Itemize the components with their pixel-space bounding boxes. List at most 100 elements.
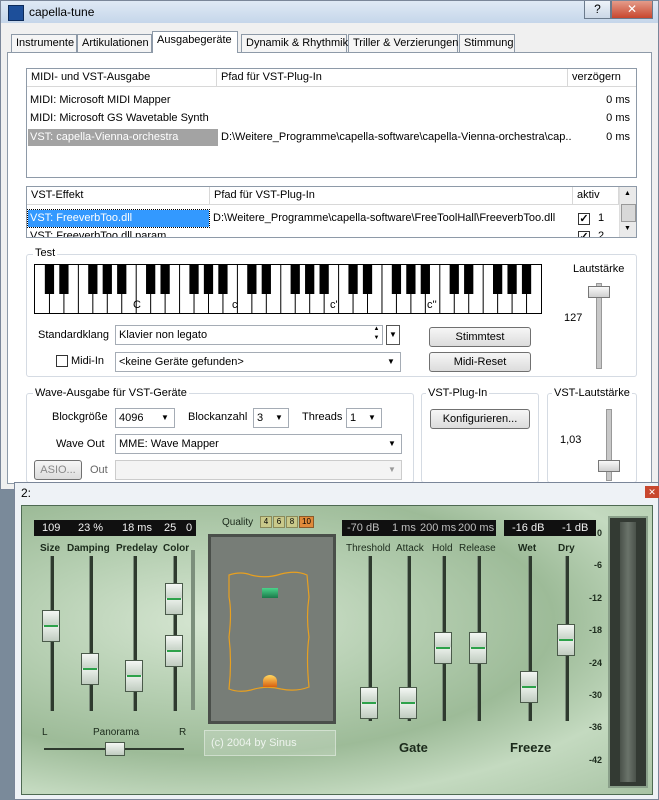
blockcount-select[interactable]: 3 ▼ [253, 408, 289, 428]
threshold-slider-knob[interactable] [360, 687, 378, 719]
black-key[interactable] [117, 265, 127, 294]
out-select[interactable]: ▼ [115, 460, 402, 480]
black-key[interactable] [493, 265, 503, 294]
chevron-down-icon[interactable]: ▼ [386, 325, 400, 345]
dry-slider-knob[interactable] [557, 624, 575, 656]
output-row-name-selected[interactable]: VST: capella-Vienna-orchestra [28, 129, 218, 146]
quality-option[interactable]: 8 [286, 516, 298, 528]
color2-slider-knob[interactable] [165, 635, 183, 667]
listener-icon[interactable] [262, 588, 278, 598]
black-key[interactable] [160, 265, 170, 294]
black-key[interactable] [305, 265, 315, 294]
output-row-path[interactable]: D:\Weitere_Programme\capella-software\ca… [221, 129, 571, 146]
black-key[interactable] [102, 265, 112, 294]
black-key[interactable] [247, 265, 257, 294]
black-key[interactable] [449, 265, 459, 294]
standard-sound-field[interactable]: Klavier non legato [115, 325, 383, 345]
black-key[interactable] [290, 265, 300, 294]
blocksize-select[interactable]: 4096 ▼ [115, 408, 175, 428]
output-row-delay[interactable]: 0 ms [606, 110, 630, 127]
black-key[interactable] [362, 265, 373, 294]
col-header-effect-path[interactable]: Pfad für VST-Plug-In [210, 187, 573, 205]
tab-ausgabegeraete[interactable]: Ausgabegeräte [152, 31, 238, 53]
plugin-close-button[interactable]: ✕ [645, 486, 659, 498]
size-slider-knob[interactable] [42, 610, 60, 642]
scroll-up-icon[interactable]: ▲ [624, 190, 631, 197]
black-key[interactable] [464, 265, 474, 294]
close-button[interactable]: ✕ [611, 1, 653, 19]
col-header-delay[interactable]: verzögern [568, 69, 636, 87]
black-key[interactable] [521, 265, 532, 294]
black-key[interactable] [146, 265, 156, 294]
black-key[interactable] [44, 265, 55, 294]
output-list[interactable]: MIDI- und VST-Ausgabe Pfad für VST-Plug-… [26, 68, 637, 178]
black-key[interactable] [59, 265, 69, 294]
hold-slider-knob[interactable] [434, 632, 452, 664]
quality-option[interactable]: 4 [260, 516, 272, 528]
black-key[interactable] [189, 265, 199, 294]
help-button[interactable]: ? [584, 1, 611, 19]
tab-stimmung[interactable]: Stimmung [459, 34, 515, 52]
predelay-slider-knob[interactable] [125, 660, 143, 692]
scroll-thumb[interactable] [621, 204, 636, 222]
piano-keys[interactable] [35, 265, 541, 313]
standard-spinner[interactable]: ▲ ▼ [370, 325, 383, 345]
effect-active-checkbox[interactable]: ✓ [578, 213, 590, 225]
black-key[interactable] [319, 265, 329, 294]
col-header-effect[interactable]: VST-Effekt [27, 187, 210, 205]
threshold-label: Threshold [346, 543, 391, 554]
app-icon [8, 5, 24, 21]
release-slider-knob[interactable] [469, 632, 487, 664]
col-header-output[interactable]: MIDI- und VST-Ausgabe [27, 69, 217, 87]
freeze-label[interactable]: Freeze [510, 740, 551, 755]
room-display[interactable] [208, 534, 336, 724]
wet-slider-knob[interactable] [520, 671, 538, 703]
attack-slider-knob[interactable] [399, 687, 417, 719]
output-row-delay[interactable]: 0 ms [606, 129, 630, 146]
volume-slider-thumb[interactable] [588, 286, 610, 298]
effect-row-path[interactable]: D:\Weitere_Programme\capella-software\Fr… [213, 210, 571, 227]
piano-keyboard[interactable]: C c c' c'' [34, 264, 542, 314]
threads-select[interactable]: 1 ▼ [346, 408, 382, 428]
black-key[interactable] [203, 265, 214, 294]
tab-triller[interactable]: Triller & Verzierungen [348, 34, 458, 52]
effect-row-name-selected[interactable]: VST: FreeverbToo.dll [27, 209, 210, 228]
effect-active-checkbox[interactable]: ✓ [578, 231, 590, 237]
scroll-down-icon[interactable]: ▼ [624, 225, 631, 232]
source-icon[interactable] [263, 675, 277, 687]
color-slider-track[interactable] [173, 556, 177, 711]
black-key[interactable] [420, 265, 430, 294]
black-key[interactable] [218, 265, 228, 294]
stimmtest-button[interactable]: Stimmtest [429, 327, 531, 347]
damping-slider-track[interactable] [89, 556, 93, 711]
output-row-delay[interactable]: 0 ms [606, 92, 630, 109]
col-header-path[interactable]: Pfad für VST-Plug-In [217, 69, 568, 87]
waveout-select[interactable]: MME: Wave Mapper ▼ [115, 434, 402, 454]
black-key[interactable] [507, 265, 517, 294]
color-slider-knob[interactable] [165, 583, 183, 615]
effect-row-name[interactable]: VST: FreeverbToo.dll.param [30, 228, 166, 237]
tab-dynamik[interactable]: Dynamik & Rhythmik [241, 34, 348, 52]
vst-volume-thumb[interactable] [598, 460, 620, 472]
col-header-active[interactable]: aktiv [573, 187, 619, 205]
configure-button[interactable]: Konfigurieren... [430, 409, 530, 429]
midi-in-checkbox[interactable] [56, 355, 68, 367]
output-row-name[interactable]: MIDI: Microsoft GS Wavetable Synth [30, 110, 209, 127]
damping-slider-knob[interactable] [81, 653, 99, 685]
black-key[interactable] [348, 265, 358, 294]
black-key[interactable] [261, 265, 271, 294]
output-row-name[interactable]: MIDI: Microsoft MIDI Mapper [30, 92, 171, 109]
asio-button[interactable]: ASIO... [34, 460, 82, 480]
quality-option[interactable]: 6 [273, 516, 285, 528]
black-key[interactable] [88, 265, 98, 294]
midi-reset-button[interactable]: Midi-Reset [429, 352, 531, 372]
tab-instrumente[interactable]: Instrumente [11, 34, 77, 52]
quality-option-selected[interactable]: 10 [299, 516, 314, 528]
midi-in-select[interactable]: <keine Geräte gefunden> ▼ [115, 352, 401, 372]
effect-list-scrollbar[interactable]: ▲ ▼ [619, 187, 636, 237]
effect-list[interactable]: VST-Effekt Pfad für VST-Plug-In aktiv VS… [26, 186, 637, 238]
black-key[interactable] [391, 265, 402, 294]
tab-artikulationen[interactable]: Artikulationen [77, 34, 152, 52]
panorama-knob[interactable] [105, 742, 125, 756]
black-key[interactable] [406, 265, 416, 294]
